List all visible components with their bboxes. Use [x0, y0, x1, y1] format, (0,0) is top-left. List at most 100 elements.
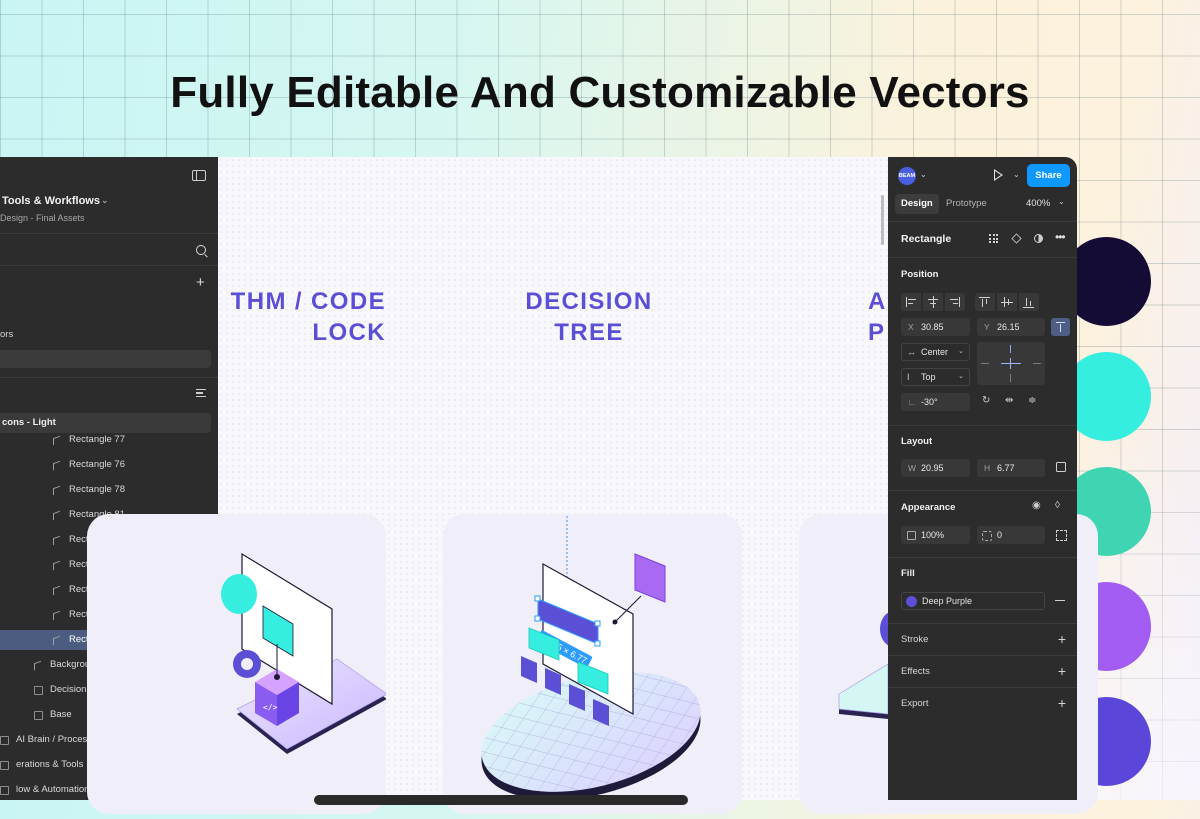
opacity-field[interactable]: 100% — [901, 526, 970, 544]
chevron-down-icon[interactable]: ⌄ — [1058, 197, 1065, 206]
page-item[interactable]: ors — [0, 329, 13, 340]
selection-name[interactable]: Rectangle — [901, 233, 951, 245]
rotate-icon[interactable]: ↻ — [982, 395, 990, 406]
frame-icon — [0, 761, 9, 770]
canvas-scrollbar[interactable] — [881, 195, 884, 245]
search-icon[interactable] — [196, 245, 206, 255]
flip-horizontal-icon[interactable]: ⇹ — [1005, 395, 1013, 406]
independent-corners-icon[interactable] — [1056, 530, 1067, 541]
illustration-decision-tree: 20.95 × 6.77 — [481, 516, 701, 800]
constraint-right-marker[interactable] — [1033, 363, 1041, 365]
card-algorithm[interactable]: </> — [87, 514, 388, 814]
horizontal-constraint-select[interactable]: ↔ Center ⌄ — [901, 343, 970, 361]
align-middle-icon[interactable] — [997, 293, 1017, 311]
properties-toolbar: BEAM ⌄ ⌄ Share — [888, 157, 1077, 193]
panel-divider — [888, 425, 1077, 426]
add-export-icon[interactable]: + — [1058, 696, 1066, 710]
panel-divider — [888, 257, 1077, 258]
layer-row[interactable]: Rectangle 78 — [0, 480, 211, 500]
constraint-bottom-marker[interactable] — [1010, 374, 1012, 382]
x-value: 30.85 — [921, 322, 944, 332]
height-field[interactable]: H 6.77 — [977, 459, 1045, 477]
card-title-algorithm: THM / CODE LOCK — [230, 288, 386, 346]
width-field[interactable]: W 20.95 — [901, 459, 970, 477]
project-title[interactable]: Tools & Workflows — [2, 195, 100, 207]
sidebar-toggle-icon[interactable] — [192, 170, 206, 181]
x-position-field[interactable]: X 30.85 — [901, 318, 970, 336]
vector-icon — [53, 485, 60, 496]
section-title-effects: Effects — [901, 666, 930, 677]
constraint-top-marker[interactable] — [1010, 345, 1012, 353]
component-icon[interactable] — [1011, 233, 1022, 244]
flip-vertical-icon[interactable]: ≑ — [1028, 395, 1036, 406]
remove-fill-icon[interactable] — [1055, 600, 1065, 602]
chevron-down-icon[interactable]: ⌄ — [920, 170, 927, 179]
horizontal-constraint-value: Center — [921, 347, 949, 357]
frame-icon — [34, 711, 43, 720]
vector-icon — [53, 585, 60, 596]
add-effect-icon[interactable]: + — [1058, 664, 1066, 678]
layer-row[interactable]: Rectangle 76 — [0, 455, 211, 475]
add-stroke-icon[interactable]: + — [1058, 632, 1066, 646]
more-icon[interactable]: ••• — [1055, 231, 1069, 243]
page-item-active[interactable] — [0, 350, 211, 368]
tab-design[interactable]: Design — [895, 194, 939, 214]
vertical-constraint-select[interactable]: I Top ⌄ — [901, 368, 970, 386]
w-label: W — [908, 463, 917, 473]
card-decision-tree[interactable]: 20.95 × 6.77 — [443, 514, 742, 814]
layers-list-icon[interactable] — [196, 389, 206, 397]
constrain-top-icon[interactable] — [1051, 318, 1070, 336]
align-top-icon[interactable] — [975, 293, 995, 311]
constraint-widget[interactable] — [977, 342, 1045, 385]
design-canvas[interactable]: THM / CODE LOCK </> DECISION TREE 20.95 … — [87, 157, 1098, 814]
layer-row[interactable]: Rectangle 77 — [0, 430, 211, 450]
rotation-value: -30° — [921, 397, 938, 407]
resize-icon[interactable] — [1056, 462, 1066, 472]
corner-radius-field[interactable]: 0 — [977, 526, 1045, 544]
align-bottom-icon[interactable] — [1019, 293, 1039, 311]
fill-style-name: Deep Purple — [922, 596, 973, 606]
constraint-center-v — [1010, 358, 1012, 369]
vertical-constraint-icon: I — [907, 372, 910, 382]
constraint-left-marker[interactable] — [981, 363, 989, 365]
vector-icon — [53, 560, 60, 571]
fill-style-field[interactable]: Deep Purple — [901, 592, 1045, 610]
panel-divider — [888, 655, 1077, 656]
align-right-icon[interactable] — [945, 293, 965, 311]
y-label: Y — [984, 322, 990, 332]
contrast-icon[interactable] — [1034, 234, 1043, 243]
y-position-field[interactable]: Y 26.15 — [977, 318, 1045, 336]
layer-name: Decision — [50, 684, 87, 695]
layer-name: Rectangle 77 — [69, 434, 125, 445]
align-left-icon[interactable] — [901, 293, 921, 311]
avatar[interactable]: BEAM — [898, 167, 916, 185]
corner-radius-value: 0 — [997, 530, 1003, 540]
panel-divider — [888, 490, 1077, 491]
chevron-down-icon: ⌄ — [958, 373, 964, 380]
section-title-appearance: Appearance — [901, 502, 956, 513]
opacity-value: 100% — [921, 530, 945, 540]
y-value: 26.15 — [997, 322, 1020, 332]
layer-name: erations & Tools — [16, 759, 84, 770]
layer-name: Rectangle 78 — [69, 484, 125, 495]
zoom-level[interactable]: 400% — [1026, 194, 1050, 214]
layers-search-row — [0, 233, 218, 266]
selection-actions: ••• — [989, 231, 1069, 245]
tab-prototype[interactable]: Prototype — [940, 194, 993, 214]
align-center-icon[interactable] — [923, 293, 943, 311]
droplet-icon[interactable]: ◊ — [1055, 500, 1060, 511]
share-button[interactable]: Share — [1027, 164, 1070, 187]
grid-icon[interactable] — [989, 234, 998, 243]
chevron-down-icon[interactable]: ⌄ — [1013, 170, 1020, 179]
fill-swatch[interactable] — [906, 596, 917, 607]
rotation-field[interactable]: ∟ -30° — [901, 393, 970, 411]
play-icon[interactable] — [994, 169, 1003, 181]
add-page-icon[interactable]: + — [196, 275, 205, 290]
panel-divider — [888, 687, 1077, 688]
opacity-icon — [907, 531, 916, 540]
section-title-position: Position — [901, 269, 939, 280]
chevron-down-icon[interactable]: ⌄ — [101, 195, 109, 206]
corner-radius-icon — [982, 531, 992, 541]
eye-icon[interactable]: ◉ — [1032, 500, 1041, 511]
illustration-partial — [838, 611, 908, 719]
